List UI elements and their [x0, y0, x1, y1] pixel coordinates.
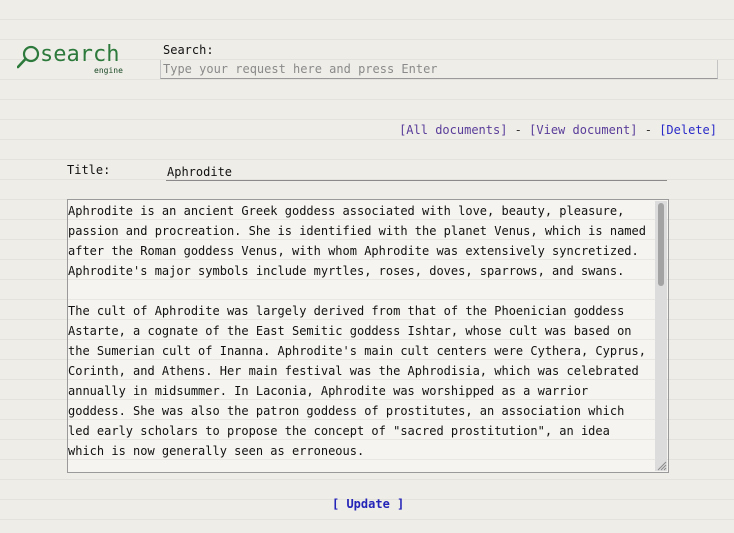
search-engine-logo[interactable]: search engine: [17, 42, 129, 77]
logo-wordmark: search: [40, 42, 120, 67]
content-text[interactable]: Aphrodite is an ancient Greek goddess as…: [68, 201, 653, 469]
link-separator: -: [507, 123, 530, 137]
title-input[interactable]: [166, 163, 667, 181]
link-separator: -: [637, 123, 660, 137]
logo-subtitle: engine: [94, 66, 123, 75]
search-label: Search:: [163, 43, 214, 57]
title-label: Title:: [67, 163, 111, 177]
delete-link[interactable]: [Delete]: [659, 123, 717, 137]
resize-grip-icon[interactable]: [657, 461, 667, 471]
search-input[interactable]: [160, 60, 718, 79]
update-button[interactable]: [ Update ]: [332, 497, 404, 511]
scrollbar-thumb[interactable]: [658, 203, 664, 286]
document-links: [All documents] - [View document] - [Del…: [399, 123, 717, 137]
vertical-scrollbar[interactable]: [655, 201, 667, 471]
view-document-link[interactable]: [View document]: [529, 123, 637, 137]
all-documents-link[interactable]: [All documents]: [399, 123, 507, 137]
content-textarea[interactable]: Aphrodite is an ancient Greek goddess as…: [67, 199, 669, 473]
